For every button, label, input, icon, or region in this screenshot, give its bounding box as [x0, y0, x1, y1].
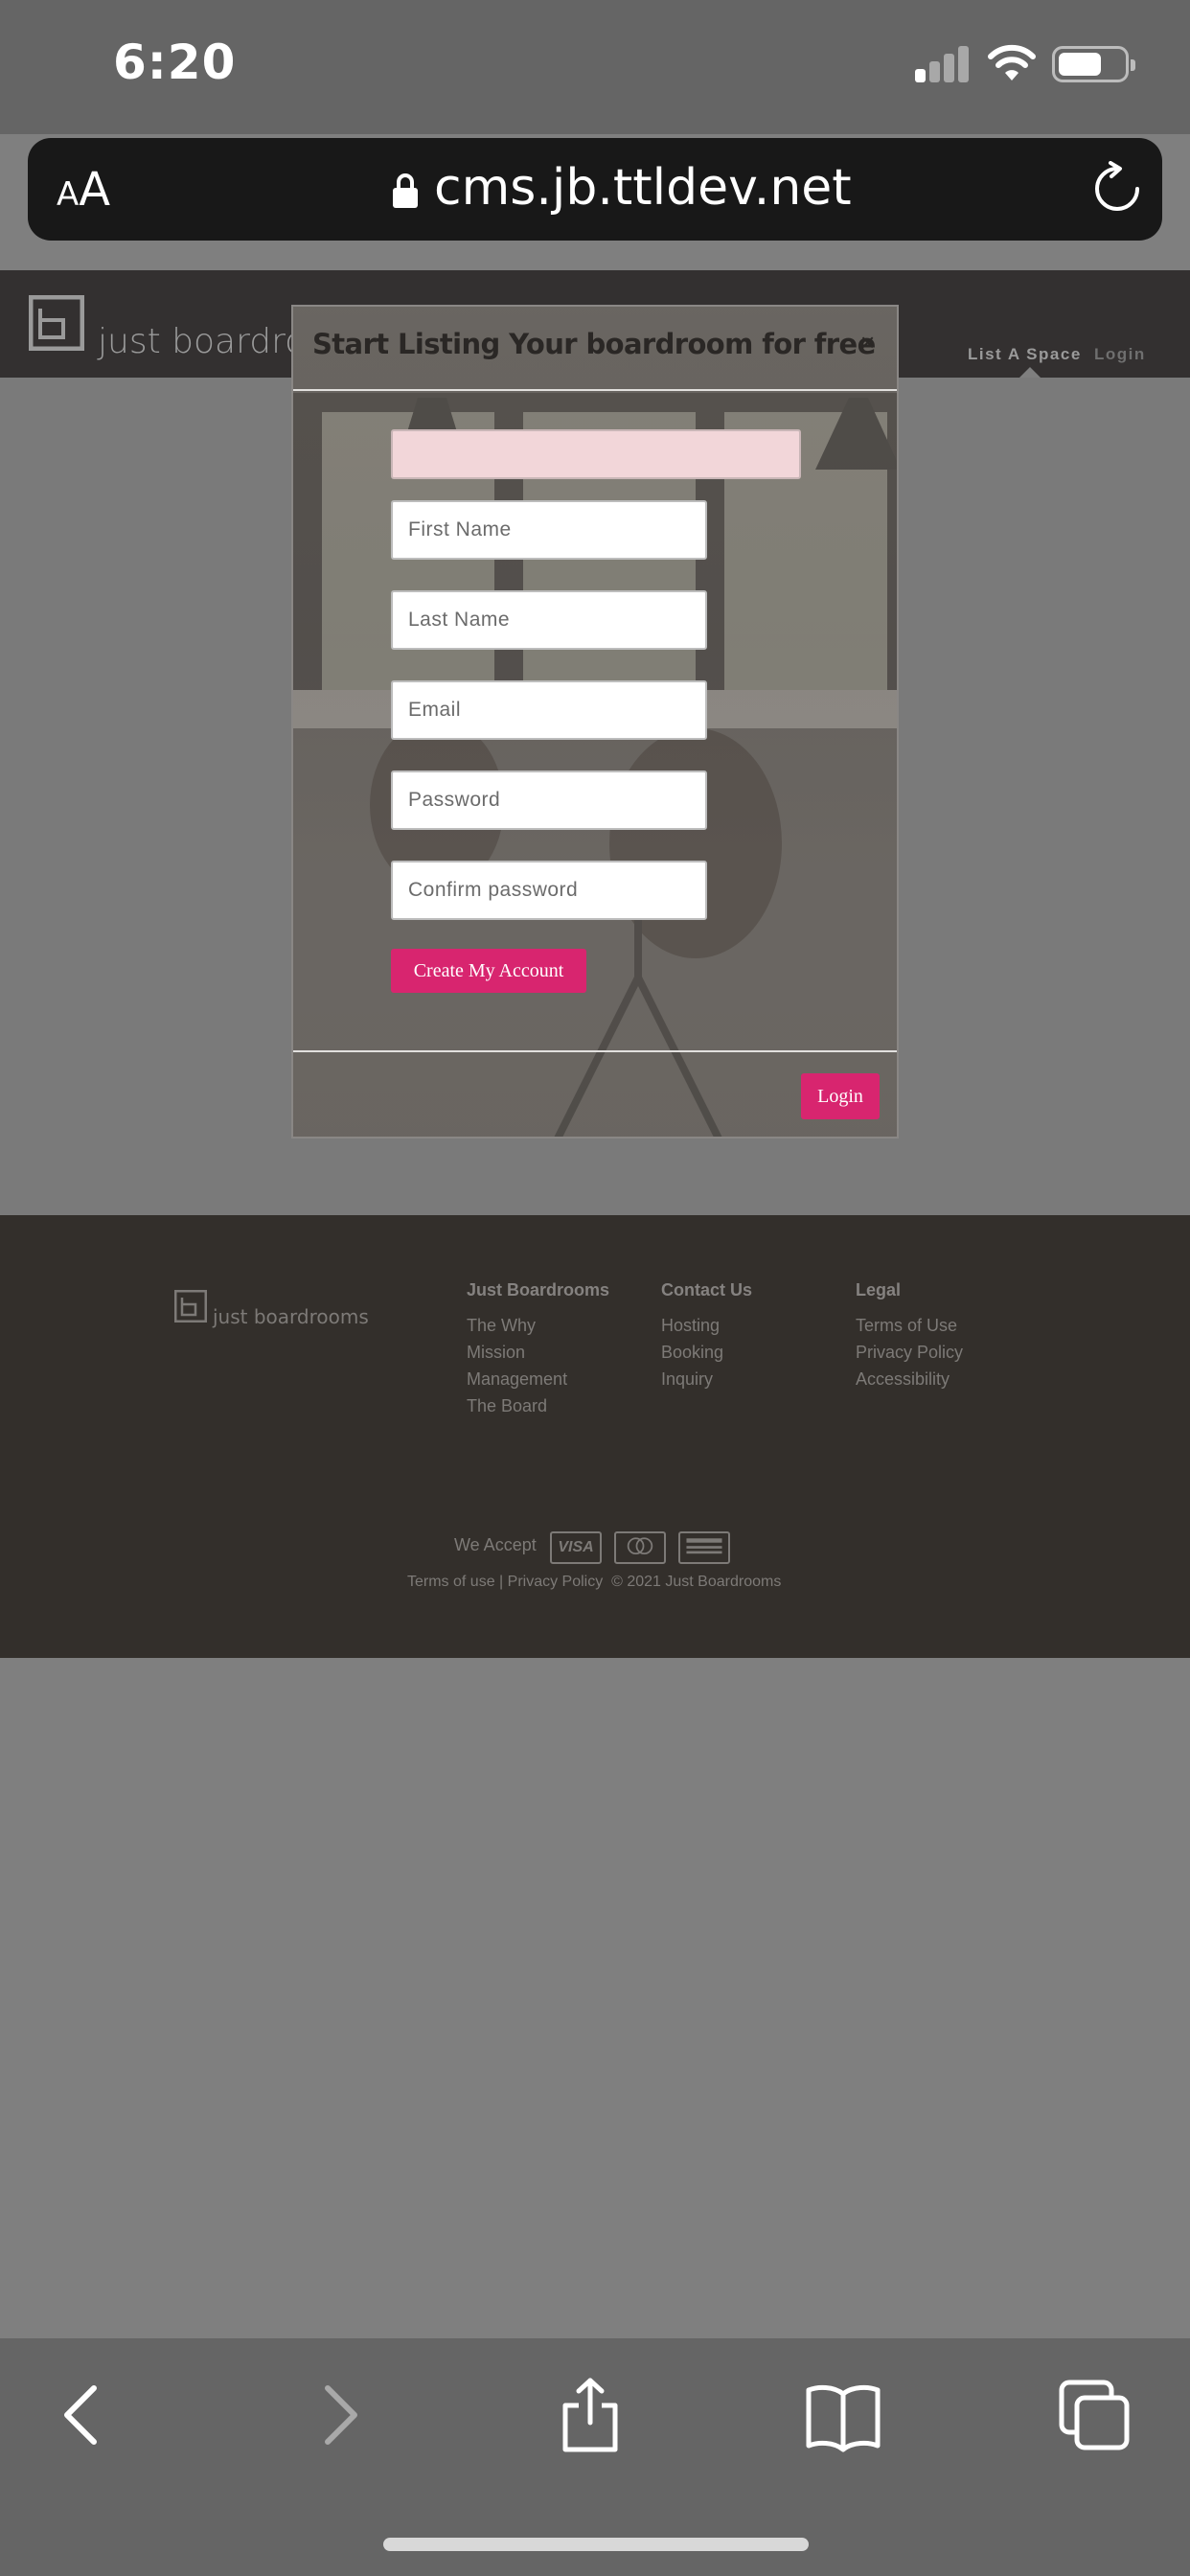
footer-logo-icon[interactable] — [174, 1290, 207, 1322]
address-bar[interactable]: AA cms.jb.ttldev.net — [28, 138, 1162, 241]
forward-icon[interactable] — [301, 2377, 378, 2453]
modal-divider — [293, 389, 897, 391]
password-field[interactable] — [391, 770, 707, 830]
modal-footer-divider — [293, 1050, 897, 1052]
lock-icon — [393, 173, 418, 208]
email-field[interactable] — [391, 680, 707, 740]
footer-privacy-link[interactable]: Privacy Policy — [508, 1574, 604, 1590]
error-message-box — [391, 429, 801, 479]
back-icon[interactable] — [44, 2377, 121, 2453]
site-logo-icon[interactable] — [29, 295, 84, 351]
battery-icon — [1052, 46, 1135, 82]
footer-link-booking[interactable]: Booking — [661, 1343, 752, 1362]
modal-title: Start Listing Your boardroom for free — [312, 328, 876, 360]
nav-login[interactable]: Login — [1094, 345, 1146, 364]
footer-copyright: Terms of use | Privacy Policy © 2021 Jus… — [407, 1574, 782, 1590]
bookmarks-icon[interactable] — [805, 2377, 881, 2453]
home-indicator[interactable] — [383, 2538, 809, 2551]
copyright-text: © 2021 Just Boardrooms — [611, 1574, 782, 1590]
footer-column-just-boardrooms: Just Boardrooms The Why Mission Manageme… — [467, 1280, 609, 1423]
footer-link-privacy-policy[interactable]: Privacy Policy — [856, 1343, 963, 1362]
footer-link-the-why[interactable]: The Why — [467, 1316, 609, 1335]
url-text[interactable]: cms.jb.ttldev.net — [434, 159, 852, 217]
share-icon[interactable] — [552, 2377, 629, 2453]
footer-terms-link[interactable]: Terms of use — [407, 1574, 495, 1590]
confirm-password-field[interactable] — [391, 861, 707, 920]
footer-link-hosting[interactable]: Hosting — [661, 1316, 752, 1335]
footer-column-legal: Legal Terms of Use Privacy Policy Access… — [856, 1280, 963, 1396]
footer-logo-text[interactable]: just boardrooms — [213, 1305, 369, 1328]
nav-active-caret — [1019, 367, 1041, 378]
signup-modal: Start Listing Your boardroom for free × … — [291, 305, 899, 1138]
footer-link-accessibility[interactable]: Accessibility — [856, 1369, 963, 1389]
text-size-big-label: A — [79, 163, 111, 217]
cellular-signal-icon — [915, 46, 971, 82]
footer-link-terms-of-use[interactable]: Terms of Use — [856, 1316, 963, 1335]
login-button[interactable]: Login — [801, 1073, 880, 1119]
text-size-small-label: A — [57, 175, 80, 214]
visa-card-icon: VISA — [550, 1531, 602, 1564]
footer-link-inquiry[interactable]: Inquiry — [661, 1369, 752, 1389]
amex-card-icon — [678, 1531, 730, 1564]
footer-column-contact-us: Contact Us Hosting Booking Inquiry — [661, 1280, 752, 1396]
text-size-button[interactable]: AA — [57, 163, 110, 217]
status-time: 6:20 — [113, 34, 237, 90]
footer-link-management[interactable]: Management — [467, 1369, 609, 1389]
status-bar: 6:20 — [0, 0, 1190, 134]
footer-heading: Legal — [856, 1280, 902, 1300]
footer-link-mission[interactable]: Mission — [467, 1343, 609, 1362]
last-name-field[interactable] — [391, 590, 707, 650]
mastercard-card-icon — [614, 1531, 666, 1564]
wifi-icon — [988, 44, 1036, 80]
footer-heading: Contact Us — [661, 1280, 753, 1300]
tabs-icon[interactable] — [1056, 2377, 1133, 2453]
we-accept-label: We Accept — [454, 1535, 537, 1554]
footer-heading: Just Boardrooms — [467, 1280, 610, 1300]
first-name-field[interactable] — [391, 500, 707, 560]
reload-icon[interactable] — [1089, 161, 1145, 217]
create-account-button[interactable]: Create My Account — [391, 949, 586, 993]
nav-list-a-space[interactable]: List A Space — [968, 345, 1082, 364]
close-icon[interactable]: × — [860, 328, 875, 357]
footer-link-the-board[interactable]: The Board — [467, 1396, 609, 1415]
